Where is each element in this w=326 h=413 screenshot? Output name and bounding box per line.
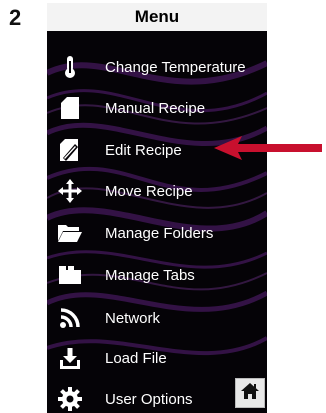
home-button[interactable] (235, 378, 265, 408)
document-icon (57, 95, 83, 121)
menu-item-load-file[interactable]: Load File (47, 340, 267, 376)
menu-item-label: Manage Folders (105, 224, 214, 242)
tabs-icon (57, 262, 83, 288)
menu-title: Menu (47, 3, 267, 31)
menu-item-label: Load File (105, 349, 167, 367)
menu-screen: Menu Change Temperature Manual Recipe Ed… (47, 3, 267, 413)
menu-item-label: Manual Recipe (105, 99, 206, 117)
menu-item-label: Move Recipe (105, 182, 193, 200)
menu-item-manual-recipe[interactable]: Manual Recipe (47, 90, 267, 126)
menu-item-label: Network (105, 309, 161, 327)
menu-item-change-temperature[interactable]: Change Temperature (47, 49, 267, 85)
callout-arrow (214, 136, 322, 160)
step-number: 2 (9, 5, 22, 30)
network-rss-icon (57, 305, 83, 331)
menu-item-network[interactable]: Network (47, 300, 267, 336)
gear-icon (57, 386, 83, 412)
menu-item-label: User Options (105, 390, 193, 408)
menu-item-label: Manage Tabs (105, 266, 195, 284)
thermometer-icon (57, 54, 83, 80)
move-arrows-icon (57, 178, 83, 204)
menu-item-move-recipe[interactable]: Move Recipe (47, 173, 267, 209)
menu-item-manage-tabs[interactable]: Manage Tabs (47, 257, 267, 293)
menu-item-label: Edit Recipe (105, 141, 182, 159)
menu-item-manage-folders[interactable]: Manage Folders (47, 215, 267, 251)
download-tray-icon (57, 345, 83, 371)
menu-item-label: Change Temperature (105, 58, 246, 76)
edit-document-icon (57, 137, 83, 163)
menu-item-user-options[interactable]: User Options (47, 381, 267, 413)
home-icon (241, 382, 259, 404)
folder-icon (57, 220, 83, 246)
